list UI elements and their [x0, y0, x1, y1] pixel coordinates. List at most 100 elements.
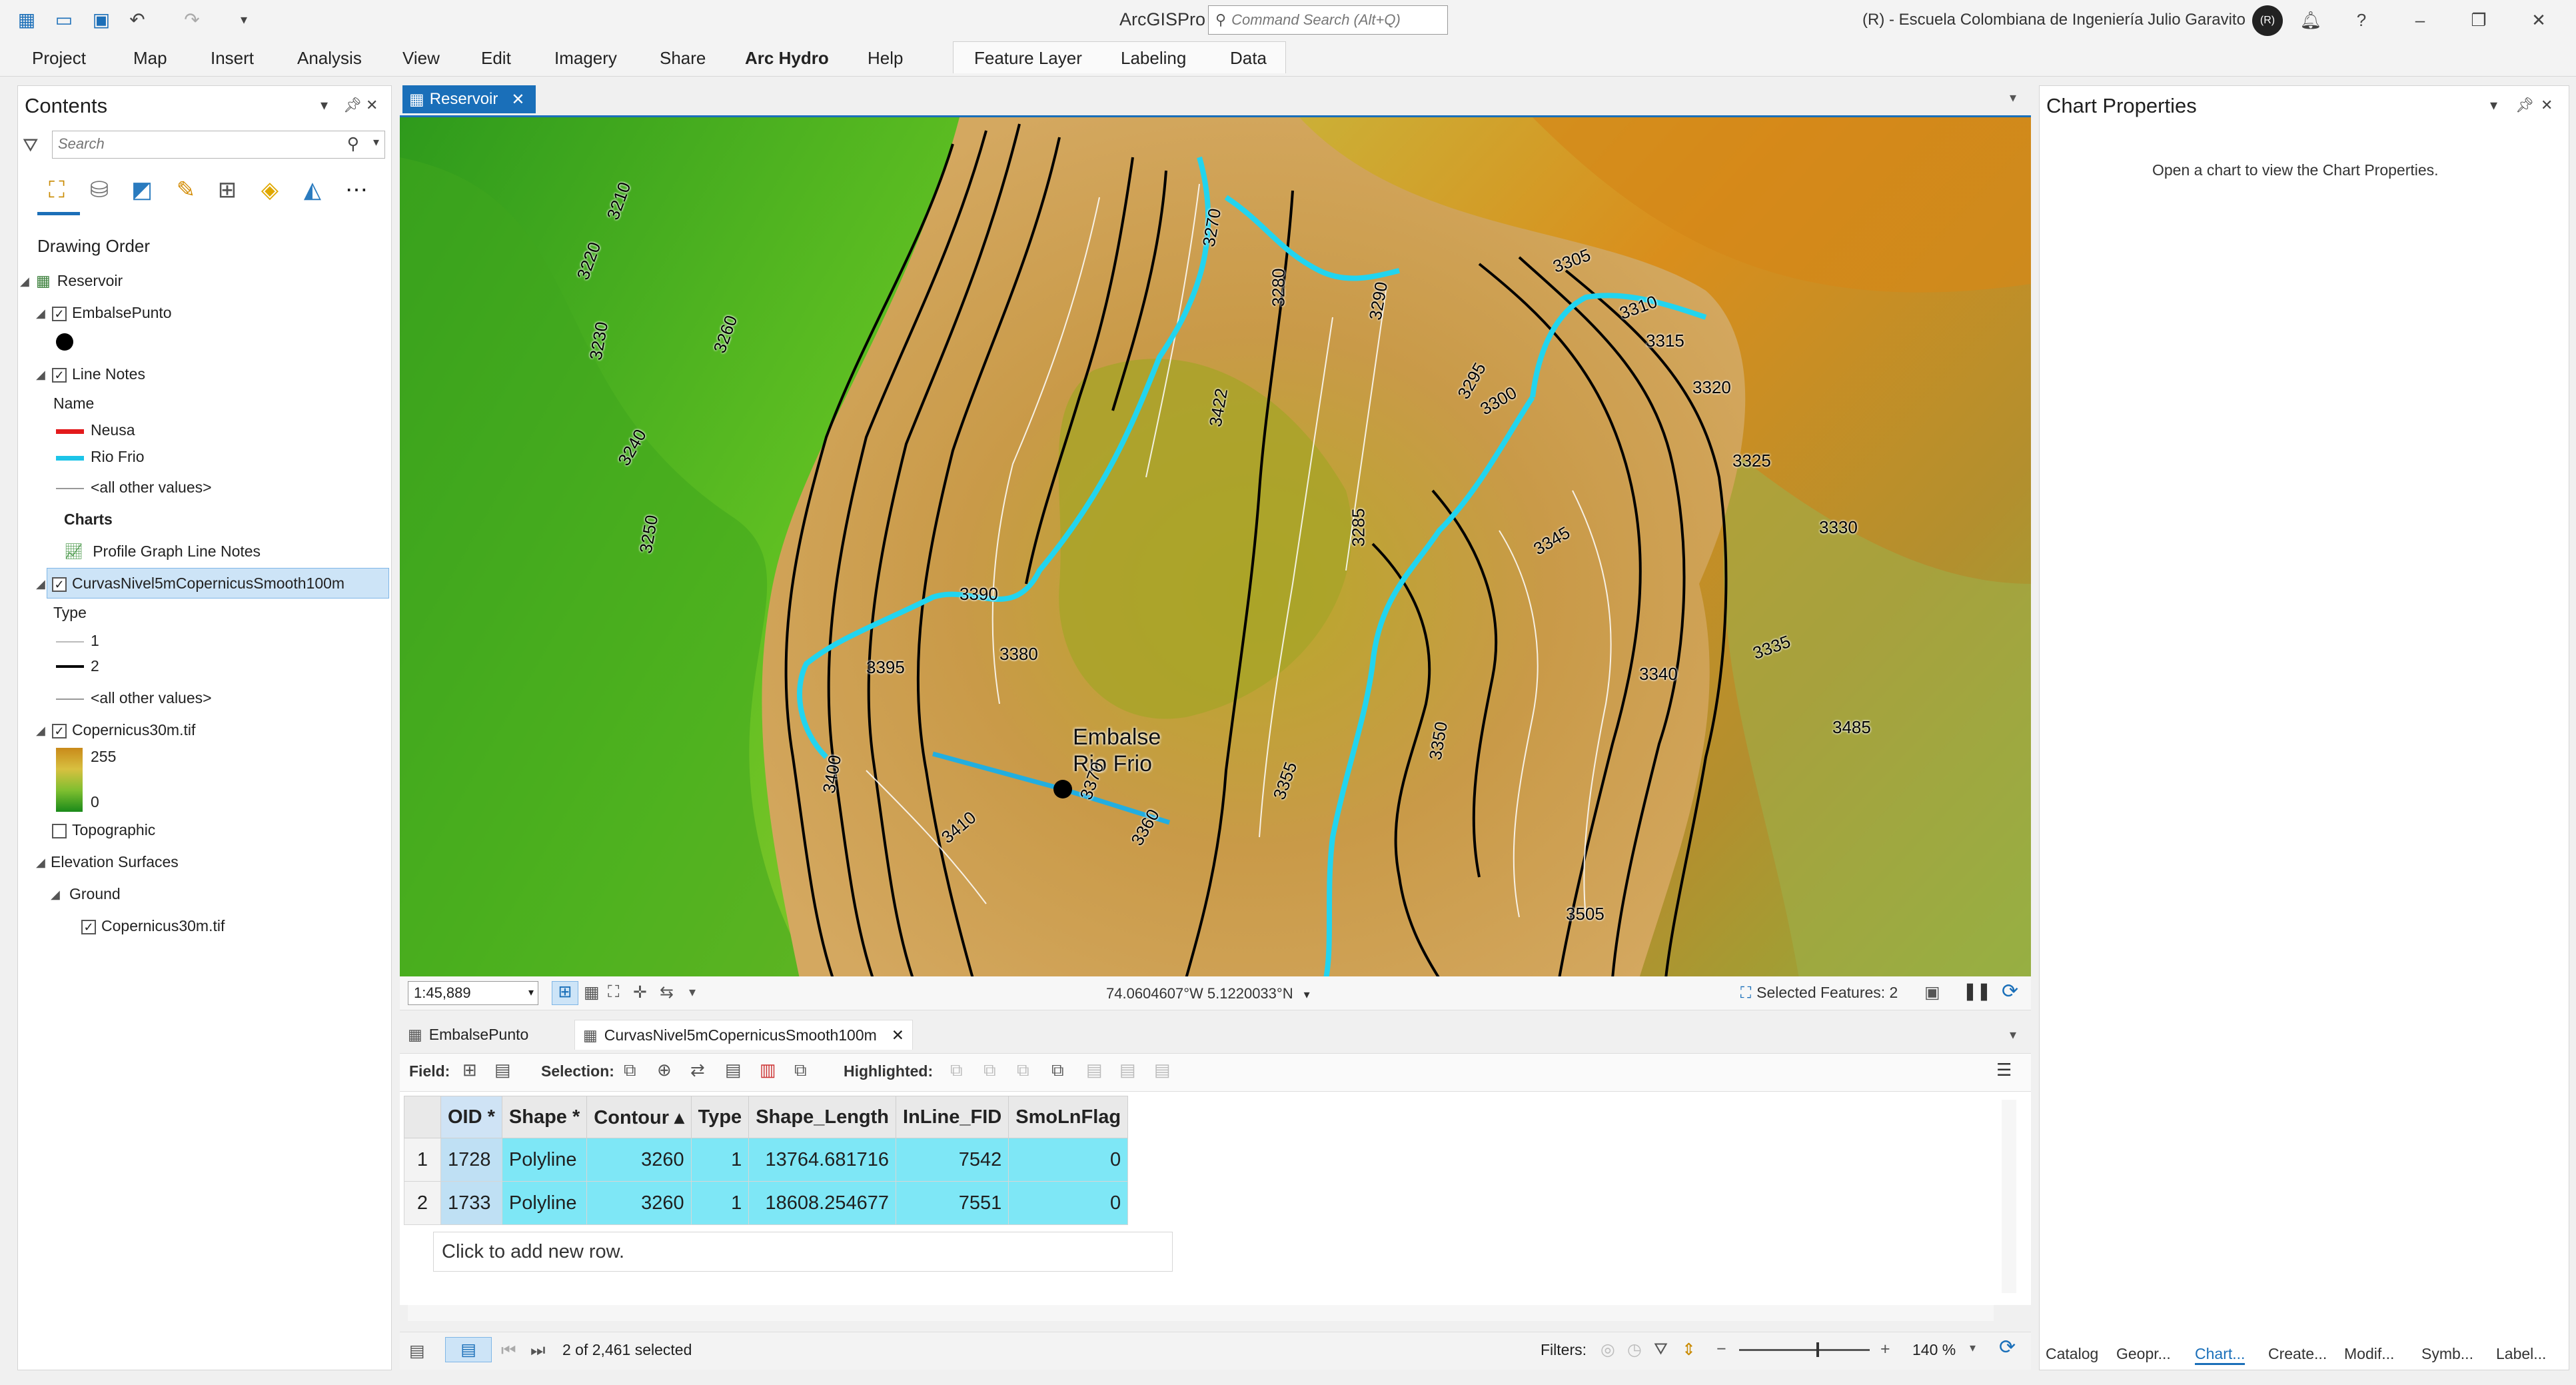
list-by-drawing-order-icon[interactable]: ⛶ [41, 175, 72, 205]
tab-modify-features[interactable]: Modif... [2344, 1345, 2394, 1363]
visibility-checkbox[interactable] [52, 823, 67, 838]
tab-imagery[interactable]: Imagery [554, 48, 617, 69]
chevron-down-icon[interactable]: ▾ [2010, 1026, 2016, 1043]
column-header[interactable]: Type [690, 1096, 750, 1138]
filter-range-icon[interactable]: ⇕ [1682, 1340, 1696, 1360]
tab-curvas-table[interactable]: ▦ CurvasNivel5mCopernicusSmooth100m ✕ [574, 1020, 914, 1050]
table-row[interactable]: 2 1733 Polyline 3260 1 18608.254677 7551 0 [404, 1181, 1129, 1225]
tab-map[interactable]: Map [133, 48, 167, 69]
tab-share[interactable]: Share [660, 48, 706, 69]
pin-icon[interactable]: 📌︎ [2515, 97, 2534, 114]
visibility-checkbox[interactable]: ✓ [52, 367, 67, 383]
close-tab-icon[interactable]: ✕ [892, 1026, 904, 1044]
close-pane-icon[interactable]: ✕ [366, 97, 378, 114]
table-cell[interactable]: 18608.254677 [748, 1181, 897, 1225]
list-by-selection-icon[interactable]: ◩ [127, 175, 157, 205]
table-vertical-scrollbar[interactable] [2002, 1100, 2016, 1293]
toc-layer-copernicus[interactable]: ✓ Copernicus30m.tif [52, 721, 195, 739]
toc-elevation-surfaces[interactable]: Elevation Surfaces [51, 853, 179, 871]
collapse-icon[interactable]: ◢ [36, 307, 45, 321]
map-scale-select[interactable]: 1:45,889 ▾ [408, 981, 538, 1005]
open-folder-icon[interactable]: ▭ [52, 8, 76, 32]
table-menu-icon[interactable]: ☰ [1996, 1060, 2012, 1080]
zoom-in-icon[interactable]: + [1880, 1340, 1890, 1359]
show-all-records-icon[interactable]: ▤ [409, 1341, 425, 1361]
tab-arc-hydro[interactable]: Arc Hydro [745, 48, 829, 69]
delete-selection-icon[interactable]: ▥ [760, 1060, 776, 1080]
pane-menu-icon[interactable]: ▾ [321, 97, 328, 114]
first-record-icon[interactable]: ⏮ [501, 1341, 516, 1360]
reselect-highlighted-icon[interactable]: ⧉ [1051, 1060, 1064, 1081]
add-new-row[interactable]: Click to add new row. [433, 1232, 1173, 1272]
refresh-icon[interactable]: ⟳ [1999, 1336, 2016, 1359]
tab-geoprocessing[interactable]: Geopr... [2116, 1345, 2171, 1363]
visibility-checkbox[interactable]: ✓ [52, 306, 67, 321]
row-number[interactable]: 2 [404, 1181, 441, 1225]
table-cell[interactable]: 1 [690, 1138, 750, 1182]
customize-toolbar-icon[interactable]: ▾ [232, 8, 256, 32]
table-cell[interactable]: 7551 [896, 1181, 1009, 1225]
notification-bell-icon[interactable]: 🔔︎ [2297, 7, 2324, 33]
table-zoom-level[interactable]: 140 % [1912, 1341, 1956, 1359]
switch-highlighted-icon[interactable]: ⧉ [983, 1060, 996, 1081]
grid-icon[interactable]: ▦ [584, 982, 600, 1002]
avatar[interactable]: (R) [2252, 5, 2283, 36]
toc-layer-curvas[interactable]: ✓ CurvasNivel5mCopernicusSmooth100m [52, 575, 344, 593]
list-by-editing-icon[interactable]: ✎ [171, 175, 201, 205]
tab-insert[interactable]: Insert [211, 48, 254, 69]
fixed-zoom-in-icon[interactable]: ⊞ [552, 981, 578, 1005]
toc-ground[interactable]: Ground [69, 885, 121, 903]
table-cell[interactable]: 1733 [440, 1181, 502, 1225]
embalse-point[interactable] [1053, 780, 1072, 798]
unhighlight-icon[interactable]: ⧉ [1017, 1060, 1029, 1081]
pane-menu-icon[interactable]: ▾ [2490, 97, 2497, 114]
undo-icon[interactable]: ↶ [125, 8, 149, 32]
zoom-out-icon[interactable]: − [1716, 1340, 1726, 1359]
tab-labeling[interactable]: Labeling [1121, 48, 1186, 69]
tab-chart-properties[interactable]: Chart... [2195, 1345, 2246, 1365]
table-cell[interactable]: 0 [1008, 1181, 1129, 1225]
toc-layer-line-notes[interactable]: ✓ Line Notes [52, 365, 145, 383]
tab-catalog[interactable]: Catalog [2046, 1345, 2098, 1363]
toc-surface-copernicus[interactable]: ✓ Copernicus30m.tif [81, 917, 225, 935]
tab-view[interactable]: View [402, 48, 440, 69]
refresh-icon[interactable]: ⟳ [2002, 980, 2018, 1003]
zoom-slider[interactable] [1739, 1342, 1870, 1357]
collapse-icon[interactable]: ◢ [36, 368, 45, 382]
zoom-to-selection-icon[interactable]: ⊕ [657, 1060, 672, 1080]
pause-drawing-icon[interactable]: ❚❚ [1963, 981, 1991, 1001]
tab-data[interactable]: Data [1230, 48, 1267, 69]
table-corner-cell[interactable] [404, 1096, 441, 1138]
chevron-down-icon[interactable]: ▾ [689, 984, 696, 1000]
table-cell[interactable]: Polyline [501, 1138, 588, 1182]
clear-selection-icon[interactable]: ▤ [725, 1060, 742, 1080]
close-tab-icon[interactable]: ✕ [511, 90, 524, 109]
tab-embalsepunto-table[interactable]: ▦ EmbalsePunto [408, 1020, 528, 1049]
table-cell[interactable]: 13764.681716 [748, 1138, 897, 1182]
save-icon[interactable]: ▣ [89, 8, 113, 32]
column-header[interactable]: OID * [440, 1096, 502, 1138]
table-cell[interactable]: 0 [1008, 1138, 1129, 1182]
list-by-snapping-icon[interactable]: ⊞ [212, 175, 243, 205]
toc-chart-profile-graph[interactable]: 📈︎ Profile Graph Line Notes [64, 543, 261, 561]
tab-analysis[interactable]: Analysis [297, 48, 362, 69]
tab-reservoir-map[interactable]: ▦ Reservoir ✕ [402, 85, 536, 113]
collapse-icon[interactable]: ◢ [36, 856, 45, 870]
collapse-icon[interactable]: ◢ [51, 888, 60, 902]
toc-layer-topographic[interactable]: Topographic [52, 821, 155, 839]
column-header[interactable]: InLine_FID [896, 1096, 1009, 1138]
tab-labeling-pane[interactable]: Label... [2496, 1345, 2546, 1363]
snapping-icon[interactable]: ⇆ [660, 982, 674, 1002]
tab-project[interactable]: Project [32, 48, 86, 69]
calculate-field-icon[interactable]: ▤ [494, 1060, 511, 1080]
copy-highlighted-icon[interactable]: ▤ [1119, 1060, 1136, 1080]
filter-time-icon[interactable]: ◷ [1627, 1340, 1642, 1360]
show-selected-records-icon[interactable]: ▤ [445, 1337, 492, 1362]
tab-symbology[interactable]: Symb... [2421, 1345, 2473, 1363]
selected-features-count[interactable]: ⛶ Selected Features: 2 [1740, 984, 1898, 1002]
tab-feature-layer[interactable]: Feature Layer [974, 48, 1082, 69]
list-by-labeling-icon[interactable]: ◈ [255, 175, 285, 205]
command-search-input[interactable]: ⚲ Command Search (Alt+Q) [1208, 5, 1448, 35]
map-view[interactable]: Embalse Rio Frio 3210 3220 3230 3240 3250 326… [400, 115, 2031, 976]
paste-highlighted-icon[interactable]: ▤ [1154, 1060, 1171, 1080]
